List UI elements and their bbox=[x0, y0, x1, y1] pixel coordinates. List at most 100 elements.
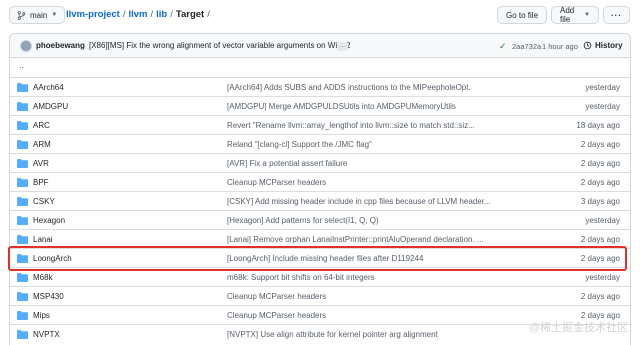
go-to-file-label: Go to file bbox=[506, 10, 539, 20]
watermark: @稀土掘金技术社区 bbox=[528, 322, 628, 334]
commit-message-link[interactable]: Revert "Rename llvm::array_lengthof into… bbox=[227, 121, 475, 130]
add-file-label: Add file bbox=[560, 6, 575, 24]
commit-message-link[interactable]: [Hexagon] Add patterns for select(I1, Q,… bbox=[227, 216, 379, 225]
breadcrumb-separator: / bbox=[122, 9, 126, 20]
commit-message-link[interactable]: [Lanai] Remove orphan LanaiInstPrinter::… bbox=[227, 235, 484, 244]
commit-message-link[interactable]: m68k: Support bit shifts on 64-bit integ… bbox=[227, 273, 375, 282]
folder-name-link[interactable]: Lanai bbox=[33, 235, 53, 244]
folder-icon bbox=[17, 159, 28, 168]
table-row[interactable]: AVR [AVR] Fix a potential assert failure 2… bbox=[10, 153, 630, 172]
folder-name-link[interactable]: NVPTX bbox=[33, 330, 60, 339]
folder-name-link[interactable]: ARC bbox=[33, 121, 50, 130]
more-label: ··· bbox=[611, 10, 622, 20]
table-row[interactable]: M68k m68k: Support bit shifts on 64-bit i… bbox=[10, 267, 630, 286]
table-row[interactable]: LoongArch [LoongArch] Include missing hea… bbox=[10, 248, 630, 267]
commit-age: 2 days ago bbox=[580, 178, 620, 187]
chevron-down-icon: ▼ bbox=[584, 12, 590, 18]
folder-icon bbox=[17, 235, 28, 244]
history-button[interactable]: History bbox=[583, 41, 623, 50]
table-row[interactable]: MSP430 Cleanup MCParser headers 2 days ago bbox=[10, 286, 630, 305]
breadcrumb-separator: / bbox=[207, 9, 210, 20]
folder-name-link[interactable]: Mips bbox=[33, 311, 50, 320]
branch-icon bbox=[17, 10, 26, 20]
folder-name-link[interactable]: BPF bbox=[33, 178, 49, 187]
commit-age: 2 days ago bbox=[580, 140, 620, 149]
parent-directory-link[interactable]: .. bbox=[19, 60, 24, 70]
commit-message-link[interactable]: [AMDGPU] Merge AMDGPULDSUtils into AMDGP… bbox=[227, 102, 456, 111]
folder-icon bbox=[17, 273, 28, 282]
commit-age: 2 days ago bbox=[580, 254, 620, 263]
more-options-button[interactable]: ··· bbox=[603, 6, 630, 24]
table-row[interactable]: AArch64 [AArch64] Adds SUBS and ADDS inst… bbox=[10, 77, 630, 96]
commit-message-link[interactable]: [CSKY] Add missing header include in cpp… bbox=[227, 197, 491, 206]
file-table: phoebewang [X86][MS] Fix the wrong align… bbox=[9, 33, 631, 345]
commit-age: yesterday bbox=[585, 83, 620, 92]
table-row[interactable]: Hexagon [Hexagon] Add patterns for select… bbox=[10, 210, 630, 229]
chevron-down-icon: ▼ bbox=[51, 12, 58, 18]
branch-selector-button[interactable]: main ▼ bbox=[9, 6, 66, 24]
folder-icon bbox=[17, 330, 28, 339]
commit-age: 18 days ago bbox=[576, 121, 620, 130]
commit-time: 1 hour ago bbox=[542, 42, 578, 51]
commit-message-link[interactable]: [AArch64] Adds SUBS and ADDS instruction… bbox=[227, 83, 471, 92]
table-row[interactable]: AMDGPU [AMDGPU] Merge AMDGPULDSUtils into… bbox=[10, 96, 630, 115]
folder-icon bbox=[17, 254, 28, 263]
avatar[interactable] bbox=[20, 40, 32, 52]
latest-commit-bar: phoebewang [X86][MS] Fix the wrong align… bbox=[10, 34, 630, 58]
folder-name-link[interactable]: MSP430 bbox=[33, 292, 64, 301]
folder-name-link[interactable]: CSKY bbox=[33, 197, 55, 206]
breadcrumb-llvm-link[interactable]: llvm bbox=[129, 9, 148, 20]
commit-message-link[interactable]: Cleanup MCParser headers bbox=[227, 311, 326, 320]
folder-name-link[interactable]: LoongArch bbox=[33, 254, 72, 263]
commit-age: yesterday bbox=[585, 102, 620, 111]
go-to-file-button[interactable]: Go to file bbox=[497, 6, 547, 24]
history-label: History bbox=[595, 41, 623, 50]
commit-age: 3 days ago bbox=[580, 197, 620, 206]
folder-icon bbox=[17, 216, 28, 225]
folder-icon bbox=[17, 140, 28, 149]
breadcrumb-separator: / bbox=[170, 9, 173, 20]
table-row[interactable]: CSKY [CSKY] Add missing header include in… bbox=[10, 191, 630, 210]
table-row[interactable]: ARM Reland "[clang-cl] Support the /JMC f… bbox=[10, 134, 630, 153]
breadcrumb: llvm-project / llvm / lib / Target / bbox=[66, 9, 210, 20]
folder-name-link[interactable]: AArch64 bbox=[33, 83, 64, 92]
folder-icon bbox=[17, 83, 28, 92]
commit-expand-button[interactable]: ... bbox=[337, 42, 348, 51]
add-file-button[interactable]: Add file ▼ bbox=[551, 6, 599, 24]
commit-message-link[interactable]: Cleanup MCParser headers bbox=[227, 292, 326, 301]
folder-icon bbox=[17, 178, 28, 187]
breadcrumb-lib-link[interactable]: lib bbox=[156, 9, 167, 20]
top-bar: main ▼ llvm-project / llvm / lib / Targe… bbox=[0, 0, 640, 31]
branch-label: main bbox=[30, 10, 48, 20]
folder-name-link[interactable]: Hexagon bbox=[33, 216, 65, 225]
commit-age: yesterday bbox=[585, 273, 620, 282]
commit-message-link[interactable]: [NVPTX] Use align attribute for kernel p… bbox=[227, 330, 438, 339]
folder-name-link[interactable]: AVR bbox=[33, 159, 49, 168]
check-icon[interactable]: ✓ bbox=[499, 41, 507, 52]
parent-directory-row[interactable]: .. bbox=[10, 58, 630, 76]
folder-name-link[interactable]: M68k bbox=[33, 273, 53, 282]
folder-icon bbox=[17, 197, 28, 206]
table-row[interactable]: BPF Cleanup MCParser headers 2 days ago bbox=[10, 172, 630, 191]
folder-icon bbox=[17, 121, 28, 130]
breadcrumb-current: Target bbox=[175, 9, 205, 20]
table-row[interactable]: Lanai [Lanai] Remove orphan LanaiInstPrin… bbox=[10, 229, 630, 248]
commit-message-link[interactable]: Reland "[clang-cl] Support the /JMC flag… bbox=[227, 140, 372, 149]
folder-name-link[interactable]: ARM bbox=[33, 140, 51, 149]
commit-age: 2 days ago bbox=[580, 235, 620, 244]
breadcrumb-separator: / bbox=[150, 9, 154, 20]
commit-message[interactable]: [X86][MS] Fix the wrong alignment of vec… bbox=[89, 41, 350, 50]
commit-message-link[interactable]: [LoongArch] Include missing header files… bbox=[227, 254, 423, 263]
folder-name-link[interactable]: AMDGPU bbox=[33, 102, 68, 111]
commit-age: 2 days ago bbox=[580, 292, 620, 301]
commit-age: 2 days ago bbox=[580, 159, 620, 168]
breadcrumb-repo-link[interactable]: llvm-project bbox=[66, 9, 120, 20]
commit-author[interactable]: phoebewang bbox=[36, 41, 85, 50]
commit-message-link[interactable]: [AVR] Fix a potential assert failure bbox=[227, 159, 347, 168]
history-icon bbox=[583, 41, 592, 50]
folder-icon bbox=[17, 292, 28, 301]
table-row[interactable]: ARC Revert "Rename llvm::array_lengthof i… bbox=[10, 115, 630, 134]
folder-icon bbox=[17, 102, 28, 111]
commit-sha[interactable]: 2aa732a bbox=[512, 42, 541, 51]
commit-message-link[interactable]: Cleanup MCParser headers bbox=[227, 178, 326, 187]
